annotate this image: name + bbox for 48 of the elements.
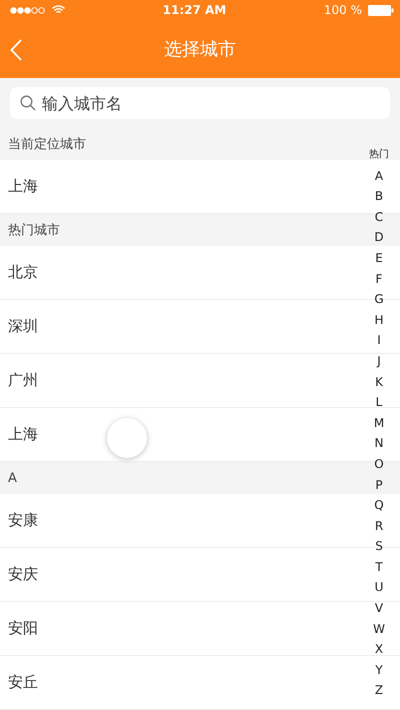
index-letter[interactable]: P (375, 474, 383, 496)
status-time: 11:27 AM (162, 3, 226, 17)
index-letter[interactable]: I (377, 330, 381, 351)
city-item[interactable]: 深圳 (0, 317, 38, 336)
index-letter[interactable]: W (373, 618, 385, 640)
city-item[interactable]: 上海 (0, 177, 38, 196)
city-item[interactable]: 广州 (0, 371, 38, 390)
city-item[interactable]: 安庆 (0, 565, 38, 584)
page-title: 选择城市 (164, 38, 236, 61)
index-letter[interactable]: 热门 (369, 145, 389, 166)
index-letter[interactable]: L (376, 392, 382, 413)
index-letter[interactable]: M (374, 412, 384, 434)
city-item[interactable]: 安阳 (0, 619, 38, 638)
index-letter[interactable]: Z (374, 680, 384, 702)
index-letter[interactable]: R (374, 516, 384, 536)
index-letter[interactable]: J (377, 350, 381, 372)
signal-icon (10, 6, 46, 14)
wifi-icon (52, 5, 65, 15)
index-letter[interactable]: S (375, 536, 383, 557)
index-letter[interactable]: N (374, 433, 384, 454)
index-letter[interactable]: X (374, 639, 384, 660)
index-letter[interactable]: D (374, 227, 384, 248)
index-letter[interactable]: H (374, 310, 384, 330)
index-letter[interactable]: E (375, 248, 383, 269)
floating-button[interactable] (107, 418, 147, 458)
section-header: A (7, 470, 17, 486)
city-item[interactable]: 上海 (0, 425, 38, 444)
index-letter[interactable]: T (375, 556, 383, 578)
index-letter[interactable]: A (374, 166, 384, 186)
index-letter[interactable]: Y (375, 660, 383, 680)
section-header: 热门城市 (7, 222, 60, 239)
index-letter[interactable]: G (374, 289, 384, 310)
city-item[interactable]: 北京 (0, 263, 38, 282)
battery-percent: 100 % (324, 3, 362, 17)
battery-icon (368, 4, 394, 16)
index-letter[interactable]: U (374, 577, 384, 598)
index-letter[interactable]: C (374, 206, 384, 228)
index-letter[interactable]: O (374, 454, 384, 474)
index-letter[interactable]: Q (374, 495, 384, 516)
index-letter[interactable]: V (374, 598, 384, 619)
index-letter[interactable]: F (376, 268, 382, 290)
back-icon[interactable] (10, 39, 22, 61)
city-item[interactable]: 安康 (0, 511, 38, 530)
index-letter[interactable]: K (375, 372, 383, 392)
search-field[interactable]: 输入城市名 (10, 87, 390, 119)
index-letter[interactable]: B (374, 186, 384, 207)
city-item[interactable]: 安丘 (0, 673, 38, 692)
section-header: 当前定位城市 (7, 136, 86, 153)
